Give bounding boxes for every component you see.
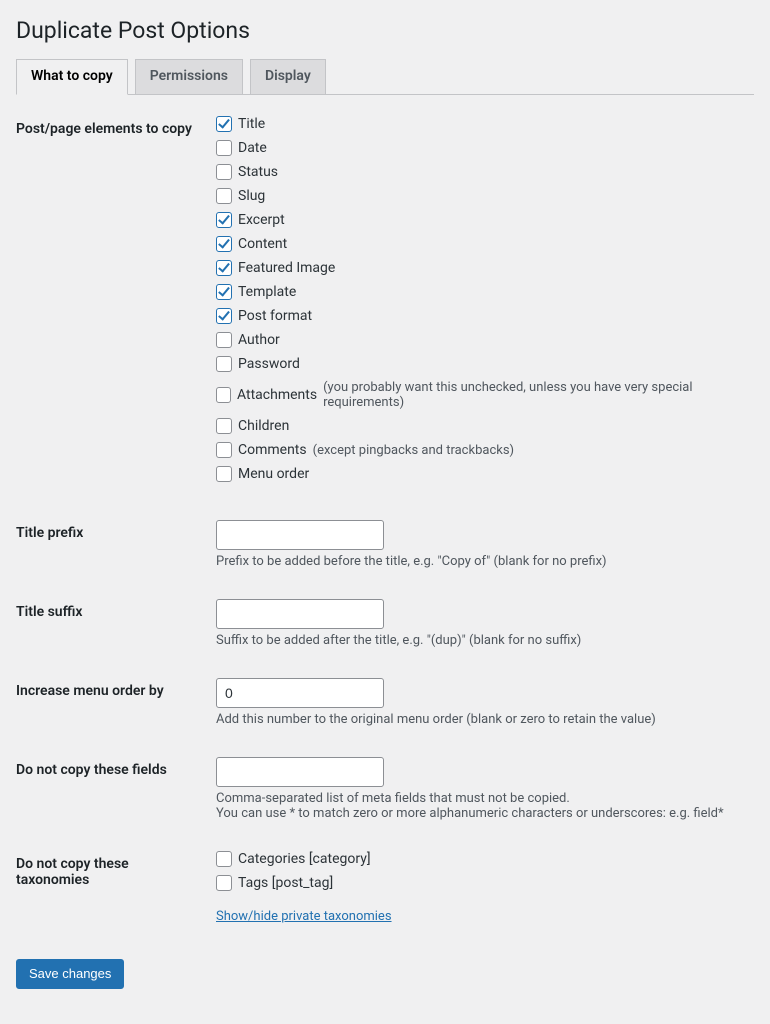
menu-order-label: Increase menu order by — [16, 663, 206, 742]
no-copy-fields-input[interactable] — [216, 757, 384, 787]
no-copy-tax-label: Do not copy these taxonomies — [16, 836, 206, 939]
checkbox-label: Attachments — [237, 387, 317, 403]
checkbox-tax-tags[interactable] — [216, 875, 232, 891]
title-prefix-input[interactable] — [216, 520, 384, 550]
checkbox-slug[interactable] — [216, 188, 232, 204]
checkbox-post-format[interactable] — [216, 308, 232, 324]
checkbox-password[interactable] — [216, 356, 232, 372]
checkbox-attachments[interactable] — [216, 387, 231, 403]
checkbox-label: Date — [238, 140, 267, 156]
checkbox-comments[interactable] — [216, 442, 232, 458]
title-suffix-hint: Suffix to be added after the title, e.g.… — [216, 633, 744, 648]
no-copy-fields-hint1: Comma-separated list of meta fields that… — [216, 791, 744, 806]
checkbox-label: Tags [post_tag] — [238, 875, 333, 891]
checkbox-title[interactable] — [216, 116, 232, 132]
elements-row-label: Post/page elements to copy — [16, 101, 206, 505]
checkbox-label: Categories [category] — [238, 851, 371, 867]
page-title: Duplicate Post Options — [16, 8, 754, 50]
tab-permissions[interactable]: Permissions — [135, 59, 243, 94]
save-button[interactable]: Save changes — [16, 959, 124, 989]
no-copy-fields-label: Do not copy these fields — [16, 742, 206, 836]
checkbox-excerpt[interactable] — [216, 212, 232, 228]
checkbox-date[interactable] — [216, 140, 232, 156]
checkbox-hint: (except pingbacks and trackbacks) — [313, 443, 514, 458]
checkbox-children[interactable] — [216, 418, 232, 434]
checkbox-template[interactable] — [216, 284, 232, 300]
checkbox-label: Featured Image — [238, 260, 335, 276]
toggle-private-taxonomies-link[interactable]: Show/hide private taxonomies — [216, 909, 392, 924]
checkbox-featured-image[interactable] — [216, 260, 232, 276]
checkbox-menu-order[interactable] — [216, 466, 232, 482]
tabs: What to copy Permissions Display — [16, 50, 754, 95]
checkbox-label: Template — [238, 284, 296, 300]
checkbox-label: Menu order — [238, 466, 309, 482]
checkbox-label: Comments — [238, 442, 307, 458]
checkbox-label: Post format — [238, 308, 312, 324]
checkbox-label: Title — [238, 116, 265, 132]
menu-order-hint: Add this number to the original menu ord… — [216, 712, 744, 727]
checkbox-status[interactable] — [216, 164, 232, 180]
title-suffix-label: Title suffix — [16, 584, 206, 663]
checkbox-label: Slug — [238, 188, 265, 204]
checkbox-label: Password — [238, 356, 300, 372]
tab-what-to-copy[interactable]: What to copy — [16, 59, 128, 95]
title-prefix-label: Title prefix — [16, 505, 206, 584]
checkbox-label: Content — [238, 236, 287, 252]
checkbox-label: Excerpt — [238, 212, 285, 228]
no-copy-fields-hint2: You can use * to match zero or more alph… — [216, 806, 744, 821]
checkbox-tax-categories[interactable] — [216, 851, 232, 867]
checkbox-label: Status — [238, 164, 278, 180]
title-suffix-input[interactable] — [216, 599, 384, 629]
menu-order-input[interactable] — [216, 678, 384, 708]
title-prefix-hint: Prefix to be added before the title, e.g… — [216, 554, 744, 569]
elements-cell: Title Date Status Slug Excerpt Content F… — [206, 101, 754, 505]
checkbox-label: Author — [238, 332, 280, 348]
checkbox-label: Children — [238, 418, 289, 434]
checkbox-hint: (you probably want this unchecked, unles… — [323, 380, 744, 410]
checkbox-author[interactable] — [216, 332, 232, 348]
tab-display[interactable]: Display — [250, 59, 326, 94]
checkbox-content[interactable] — [216, 236, 232, 252]
